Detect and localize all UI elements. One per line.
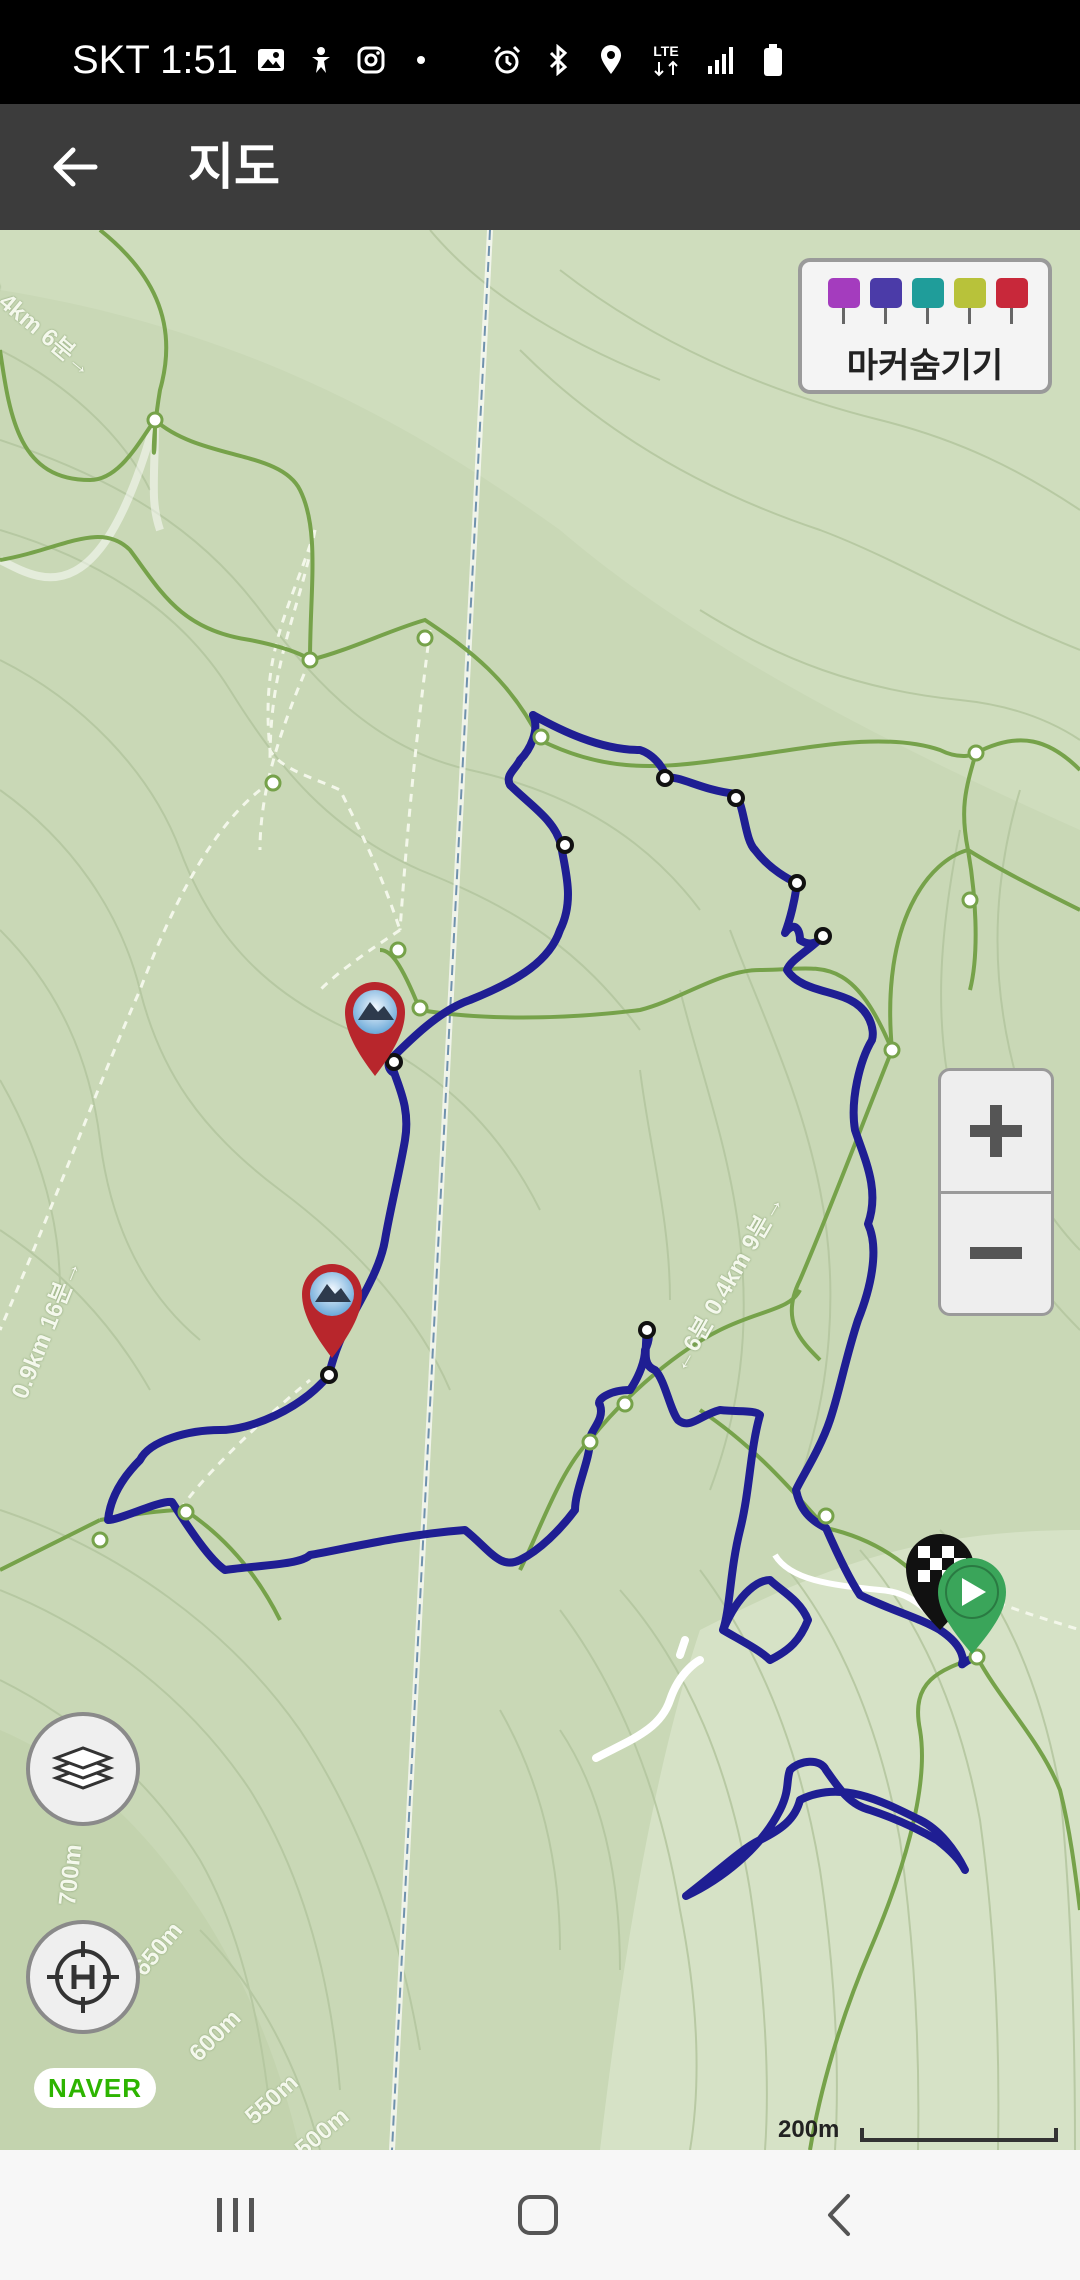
arrow-left-icon xyxy=(53,147,98,187)
lte-text: LTE xyxy=(653,43,678,59)
zoom-control xyxy=(938,1068,1054,1316)
map-canvas xyxy=(0,230,1080,2150)
layers-icon xyxy=(51,1746,115,1790)
memo-marker-icon xyxy=(954,278,986,324)
current-location-button[interactable] xyxy=(26,1920,140,2034)
location-icon xyxy=(594,43,628,77)
gallery-icon xyxy=(254,43,288,77)
minus-icon xyxy=(970,1247,1022,1259)
home-button[interactable] xyxy=(498,2180,578,2250)
battery-icon xyxy=(756,43,790,77)
accessibility-icon xyxy=(304,43,338,77)
home-icon xyxy=(518,2195,558,2235)
scale-bar xyxy=(860,2128,1058,2142)
plus-icon xyxy=(970,1105,1022,1157)
map-view[interactable]: 0.4km 6분→ ←6분 0.4km 9분→ 0.9km 16분→ 700m … xyxy=(0,230,1080,2150)
alarm-icon xyxy=(490,43,524,77)
hide-markers-label: 마커숨기기 xyxy=(846,347,1004,385)
back-icon xyxy=(828,2194,850,2236)
naver-logo: NAVER xyxy=(34,2068,156,2108)
app-bar: 지도 xyxy=(0,104,1080,230)
lte-icon: LTE xyxy=(646,43,686,77)
carrier-time: SKT 1:51 xyxy=(72,37,239,82)
zoom-out-button[interactable] xyxy=(941,1193,1051,1313)
signal-icon xyxy=(704,43,738,77)
navigation-bar xyxy=(0,2150,1080,2280)
status-bar: SKT 1:51 LTE xyxy=(0,0,1080,104)
recent-apps-button[interactable] xyxy=(196,2180,276,2250)
dot-icon xyxy=(404,43,438,77)
voice-marker-icon xyxy=(912,278,944,324)
page-title: 지도 xyxy=(188,139,280,195)
scale-label: 200m xyxy=(778,2116,840,2143)
system-back-button[interactable] xyxy=(800,2180,880,2250)
photo-marker-icon xyxy=(828,278,860,324)
video-marker-icon xyxy=(870,278,902,324)
back-button[interactable] xyxy=(36,128,114,206)
hide-markers-button[interactable]: 마커숨기기 xyxy=(798,258,1052,394)
crosshair-icon xyxy=(47,1941,119,2013)
instagram-icon xyxy=(354,43,388,77)
layers-button[interactable] xyxy=(26,1712,140,1826)
recent-apps-icon xyxy=(217,2198,254,2232)
bluetooth-icon xyxy=(542,43,576,77)
zoom-in-button[interactable] xyxy=(941,1071,1051,1194)
flag-marker-icon xyxy=(996,278,1028,324)
